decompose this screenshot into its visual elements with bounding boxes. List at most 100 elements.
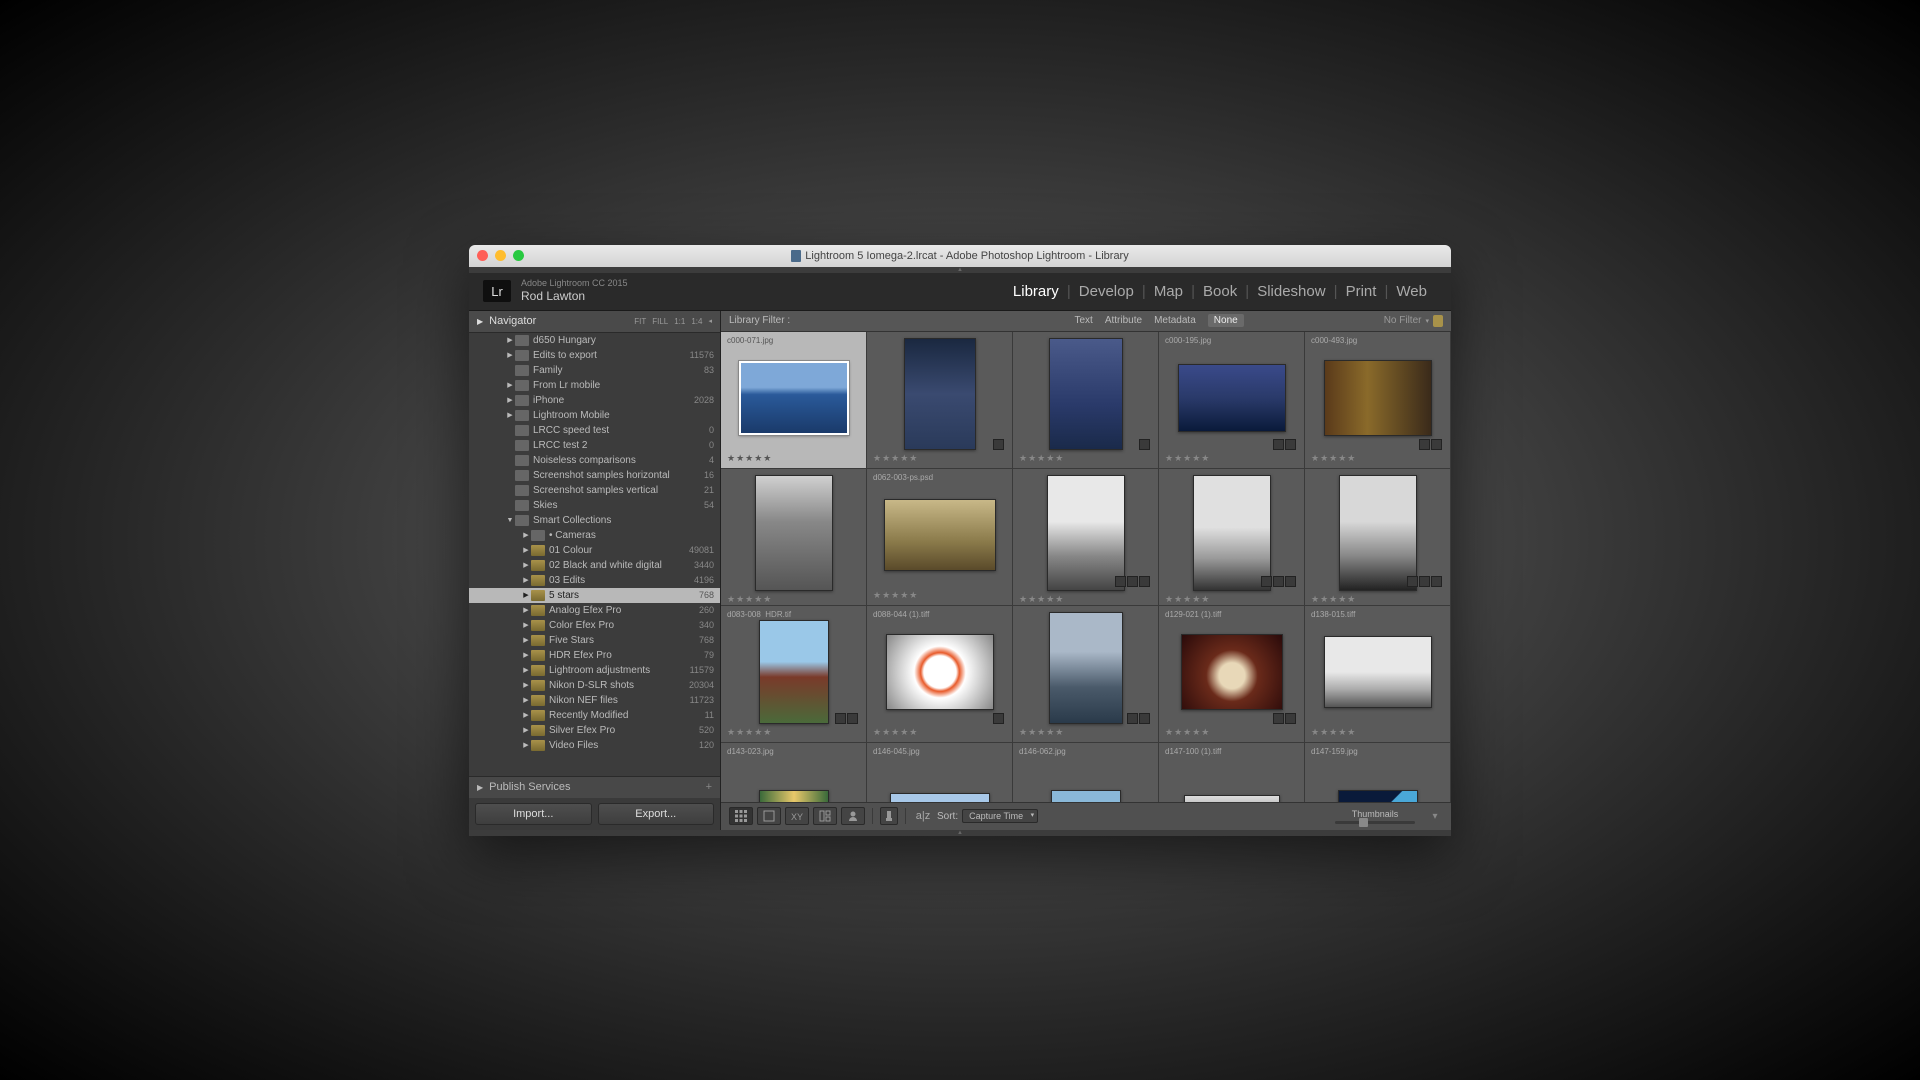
- thumbnail-image[interactable]: [1049, 338, 1123, 450]
- expand-icon[interactable]: ▶: [521, 576, 531, 584]
- import-button[interactable]: Import...: [475, 803, 592, 825]
- nav-zoom-fit[interactable]: FIT: [634, 317, 646, 326]
- filter-text[interactable]: Text: [1074, 315, 1092, 326]
- expand-icon[interactable]: ▶: [505, 351, 515, 359]
- expand-icon[interactable]: ▶: [521, 621, 531, 629]
- rating-stars[interactable]: ★★★★★: [727, 594, 860, 605]
- thumbnail-grid[interactable]: c000-071.jpg★★★★★c000-165.jpg★★★★★c000-1…: [721, 332, 1451, 802]
- metadata-badge-icon[interactable]: [1139, 713, 1150, 724]
- rating-stars[interactable]: ★★★★★: [1311, 594, 1444, 605]
- thumbnail-cell[interactable]: d147-159.jpg★★★★★: [1305, 743, 1451, 802]
- rating-stars[interactable]: ★★★★★: [873, 727, 1006, 738]
- expand-icon[interactable]: ▶: [521, 726, 531, 734]
- expand-icon[interactable]: ▶: [521, 561, 531, 569]
- tree-item[interactable]: Screenshot samples horizontal16: [469, 468, 720, 483]
- tree-item[interactable]: ▶Nikon NEF files11723: [469, 693, 720, 708]
- tree-item[interactable]: ▶Color Efex Pro340: [469, 618, 720, 633]
- module-web[interactable]: Web: [1386, 283, 1437, 300]
- painter-tool-button[interactable]: [880, 807, 898, 825]
- sort-direction-button[interactable]: a|z: [913, 807, 933, 825]
- expand-icon[interactable]: ▼: [505, 517, 515, 524]
- metadata-badge-icon[interactable]: [847, 713, 858, 724]
- nav-zoom-1:4[interactable]: 1:4: [691, 317, 702, 326]
- export-button[interactable]: Export...: [598, 803, 715, 825]
- toolbar-options-button[interactable]: ▾: [1427, 808, 1443, 824]
- rating-stars[interactable]: ★★★★★: [727, 453, 860, 464]
- thumbnail-cell[interactable]: d143-023.jpg★★★★★: [721, 743, 867, 802]
- filter-attribute[interactable]: Attribute: [1105, 315, 1142, 326]
- thumbnail-cell[interactable]: d062-003-ps.psd★★★★★: [867, 469, 1013, 606]
- publish-services-header[interactable]: ▶ Publish Services +: [469, 776, 720, 798]
- thumbnail-cell[interactable]: d083-058_HDR_2.tif★★★★★: [1013, 469, 1159, 606]
- tree-item[interactable]: ▶Video Files120: [469, 738, 720, 753]
- bottom-panel-toggle[interactable]: [469, 830, 1451, 836]
- tree-item[interactable]: Family83: [469, 363, 720, 378]
- thumbnail-image[interactable]: [886, 634, 994, 710]
- expand-icon[interactable]: ▶: [521, 591, 531, 599]
- expand-icon[interactable]: ▶: [521, 651, 531, 659]
- module-develop[interactable]: Develop: [1069, 283, 1144, 300]
- thumbnail-image[interactable]: [1047, 475, 1125, 591]
- tree-item[interactable]: ▶01 Colour49081: [469, 543, 720, 558]
- rating-stars[interactable]: ★★★★★: [1165, 594, 1298, 605]
- metadata-badge-icon[interactable]: [835, 713, 846, 724]
- filter-metadata[interactable]: Metadata: [1154, 315, 1196, 326]
- tree-item[interactable]: ▼Smart Collections: [469, 513, 720, 528]
- tree-item[interactable]: ▶HDR Efex Pro79: [469, 648, 720, 663]
- expand-icon[interactable]: ▶: [505, 396, 515, 404]
- expand-icon[interactable]: ▶: [521, 681, 531, 689]
- metadata-badge-icon[interactable]: [1419, 576, 1430, 587]
- expand-icon[interactable]: ▶: [521, 741, 531, 749]
- thumbnail-cell[interactable]: d088-050.psd★★★★★: [1013, 606, 1159, 743]
- tree-item[interactable]: ▶Lightroom Mobile: [469, 408, 720, 423]
- expand-icon[interactable]: ▶: [521, 531, 531, 539]
- metadata-badge-icon[interactable]: [993, 713, 1004, 724]
- expand-icon[interactable]: ▶: [521, 546, 531, 554]
- thumbnail-cell[interactable]: d146-045.jpg★★★★★: [867, 743, 1013, 802]
- filter-none[interactable]: None: [1208, 314, 1244, 327]
- thumbnail-image[interactable]: [1193, 475, 1271, 591]
- tree-item[interactable]: ▶Recently Modified11: [469, 708, 720, 723]
- tree-item[interactable]: ▶03 Edits4196: [469, 573, 720, 588]
- thumbnail-image[interactable]: [1324, 636, 1432, 708]
- thumbnail-cell[interactable]: c000-165.jpg★★★★★: [867, 332, 1013, 469]
- sort-dropdown[interactable]: Capture Time: [962, 809, 1038, 823]
- metadata-badge-icon[interactable]: [993, 439, 1004, 450]
- metadata-badge-icon[interactable]: [1261, 576, 1272, 587]
- expand-icon[interactable]: ▶: [521, 606, 531, 614]
- metadata-badge-icon[interactable]: [1285, 576, 1296, 587]
- metadata-badge-icon[interactable]: [1285, 713, 1296, 724]
- metadata-badge-icon[interactable]: [1115, 576, 1126, 587]
- metadata-badge-icon[interactable]: [1127, 576, 1138, 587]
- module-print[interactable]: Print: [1336, 283, 1387, 300]
- metadata-badge-icon[interactable]: [1431, 576, 1442, 587]
- thumbnail-image[interactable]: [739, 361, 849, 435]
- tree-item[interactable]: ▶iPhone2028: [469, 393, 720, 408]
- expand-icon[interactable]: ▶: [505, 336, 515, 344]
- metadata-badge-icon[interactable]: [1139, 439, 1150, 450]
- rating-stars[interactable]: ★★★★★: [873, 453, 1006, 464]
- expand-icon[interactable]: ▶: [521, 711, 531, 719]
- navigator-header[interactable]: ▶ Navigator FITFILL1:11:4◂: [469, 311, 720, 333]
- thumbnail-cell[interactable]: c000-071.jpg★★★★★: [721, 332, 867, 469]
- metadata-badge-icon[interactable]: [1127, 713, 1138, 724]
- tree-item[interactable]: ▶• Cameras: [469, 528, 720, 543]
- rating-stars[interactable]: ★★★★★: [1019, 727, 1152, 738]
- thumbnail-cell[interactable]: d138-015.tiff★★★★★: [1305, 606, 1451, 743]
- thumbnail-cell[interactable]: d083-001_HDR.tif★★★★★: [1159, 469, 1305, 606]
- lock-icon[interactable]: [1433, 315, 1443, 327]
- thumbnail-cell[interactable]: d049-033.tiff★★★★★: [721, 469, 867, 606]
- thumbnail-cell[interactable]: d146-062.jpg★★★★★: [1013, 743, 1159, 802]
- thumbnail-image[interactable]: [1184, 795, 1280, 802]
- rating-stars[interactable]: ★★★★★: [1019, 453, 1152, 464]
- module-book[interactable]: Book: [1193, 283, 1247, 300]
- nav-zoom-1:1[interactable]: 1:1: [674, 317, 685, 326]
- module-map[interactable]: Map: [1144, 283, 1193, 300]
- thumbnail-size-slider[interactable]: [1335, 821, 1415, 824]
- thumbnail-image[interactable]: [759, 790, 829, 802]
- survey-view-button[interactable]: [813, 807, 837, 825]
- thumbnail-image[interactable]: [1049, 612, 1123, 724]
- add-service-icon[interactable]: +: [706, 781, 712, 793]
- tree-item[interactable]: ▶5 stars768: [469, 588, 720, 603]
- thumbnail-image[interactable]: [1338, 790, 1418, 802]
